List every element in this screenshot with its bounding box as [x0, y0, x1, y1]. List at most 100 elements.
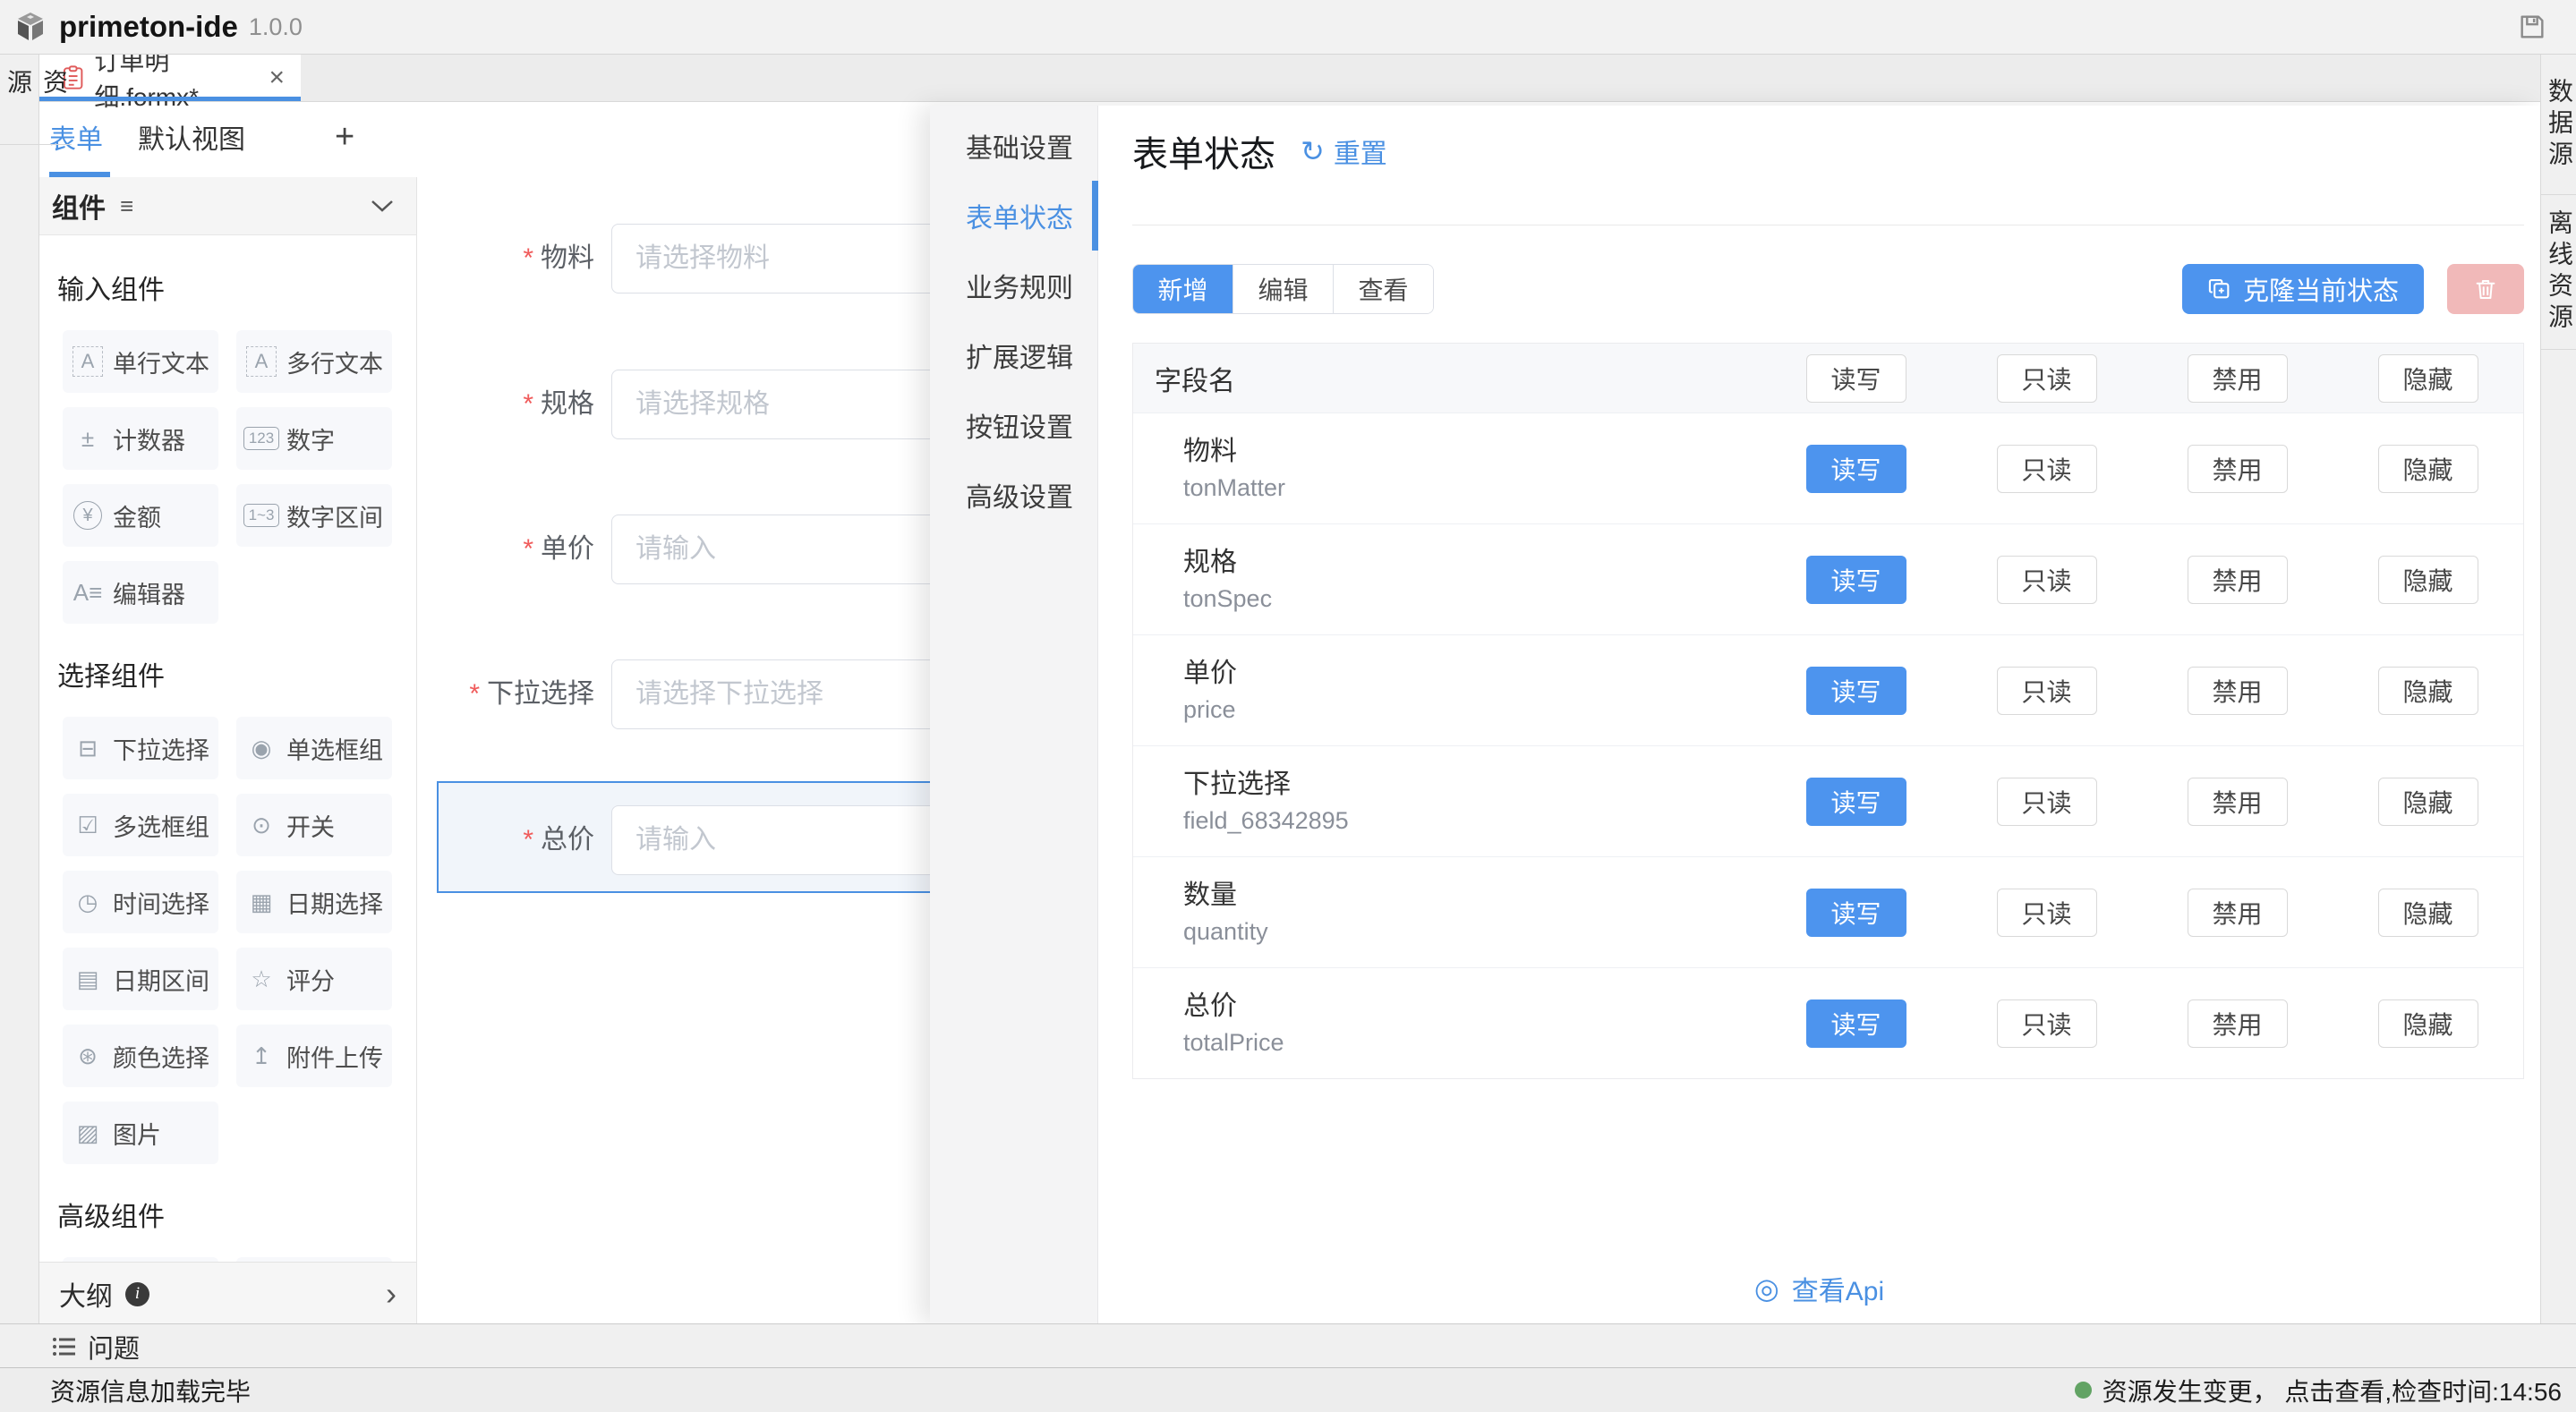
hidden-button[interactable]: 隐藏 [2378, 445, 2478, 493]
field-label-spec: 规格 [541, 389, 594, 419]
menu-item-business-rules[interactable]: 业务规则 [930, 251, 1097, 320]
disabled-button[interactable]: 禁用 [2188, 667, 2288, 715]
add-view-button[interactable]: + [335, 101, 354, 173]
component-item-number-range[interactable]: 1~3数字区间 [236, 484, 392, 547]
disabled-button[interactable]: 禁用 [2188, 556, 2288, 604]
component-list-icon: ≡ [120, 192, 133, 220]
state-actions-row: 新增 编辑 查看 克隆当前状态 [1132, 264, 2524, 314]
close-tab-icon[interactable]: × [269, 63, 285, 93]
rating-icon: ☆ [236, 965, 286, 993]
component-item-rating[interactable]: ☆评分 [236, 948, 392, 1010]
status-bar: 资源信息加载完毕 资源发生变更， 点击查看,检查时间:14:56 [0, 1367, 2576, 1412]
view-api-link[interactable]: ◎ 查看Api [1098, 1269, 2540, 1308]
file-tab-order-detail[interactable]: 订单明细.formx* × [39, 55, 301, 101]
readonly-button[interactable]: 只读 [1997, 778, 2097, 826]
menu-item-form-state[interactable]: 表单状态 [930, 181, 1097, 251]
hidden-button[interactable]: 隐藏 [2378, 889, 2478, 937]
disabled-button[interactable]: 禁用 [2188, 889, 2288, 937]
component-item-single-line-text[interactable]: A单行文本 [63, 330, 218, 393]
component-item-counter[interactable]: ±计数器 [63, 407, 218, 470]
field-code: quantity [1183, 916, 1761, 947]
hidden-button[interactable]: 隐藏 [2378, 999, 2478, 1048]
component-sidebar: 组件 ≡ 输入组件 A单行文本 A多行文本 ±计数器 123数字 ¥金额 1~3… [39, 177, 417, 1324]
hidden-button[interactable]: 隐藏 [2378, 556, 2478, 604]
state-tab-add[interactable]: 新增 [1133, 265, 1233, 313]
date-range-icon: ▤ [63, 965, 113, 993]
component-item-dropdown-select[interactable]: ⊟下拉选择 [63, 717, 218, 779]
switch-icon: ⊙ [236, 812, 286, 839]
header-disabled-button[interactable]: 禁用 [2188, 354, 2288, 403]
table-row: 下拉选择 field_68342895 读写 只读 禁用 隐藏 [1133, 745, 2523, 856]
component-item-amount[interactable]: ¥金额 [63, 484, 218, 547]
readonly-button[interactable]: 只读 [1997, 999, 2097, 1048]
component-item-file-upload[interactable]: ↥附件上传 [236, 1025, 392, 1087]
component-item-image[interactable]: ▨图片 [63, 1102, 218, 1164]
field-label-total-price: 总价 [541, 825, 594, 855]
reset-button[interactable]: ↻ 重置 [1301, 132, 1387, 171]
readonly-button[interactable]: 只读 [1997, 667, 2097, 715]
field-label-material: 物料 [541, 243, 594, 273]
readwrite-button[interactable]: 读写 [1806, 889, 1906, 937]
settings-drawer: 基础设置 表单状态 业务规则 扩展逻辑 按钮设置 高级设置 表单状态 ↻ 重置 … [930, 106, 2540, 1324]
readonly-button[interactable]: 只读 [1997, 889, 2097, 937]
required-mark: * [523, 825, 533, 855]
panel-title: 表单状态 [1132, 125, 1275, 177]
eye-icon: ◎ [1754, 1272, 1779, 1306]
header-hidden-button[interactable]: 隐藏 [2378, 354, 2478, 403]
checkbox-group-icon: ☑ [63, 812, 113, 839]
component-item-time-picker[interactable]: ◷时间选择 [63, 871, 218, 933]
disabled-button[interactable]: 禁用 [2188, 445, 2288, 493]
required-mark: * [469, 679, 480, 709]
problems-bar[interactable]: 问题 [0, 1323, 2576, 1368]
field-label-dropdown: 下拉选择 [487, 679, 594, 709]
delete-state-button[interactable] [2447, 264, 2524, 314]
rail-tab-datasource[interactable]: 数据源 [2541, 55, 2576, 195]
resource-change-notice[interactable]: 资源发生变更， 点击查看,检查时间:14:56 [2075, 1373, 2562, 1408]
copy-icon [2207, 276, 2232, 302]
clone-current-state-button[interactable]: 克隆当前状态 [2182, 264, 2424, 314]
disabled-button[interactable]: 禁用 [2188, 999, 2288, 1048]
state-tab-view[interactable]: 查看 [1333, 265, 1433, 313]
component-item-number[interactable]: 123数字 [236, 407, 392, 470]
menu-item-extension-logic[interactable]: 扩展逻辑 [930, 320, 1097, 390]
component-item-color-picker[interactable]: ⊛颜色选择 [63, 1025, 218, 1087]
readwrite-button[interactable]: 读写 [1806, 445, 1906, 493]
readwrite-button[interactable]: 读写 [1806, 999, 1906, 1048]
chevron-right-icon[interactable]: › [386, 1275, 397, 1313]
component-panel-title: 组件 [52, 186, 106, 225]
field-code: field_68342895 [1183, 805, 1761, 836]
header-readonly-button[interactable]: 只读 [1997, 354, 2097, 403]
readwrite-button[interactable]: 读写 [1806, 667, 1906, 715]
readwrite-button[interactable]: 读写 [1806, 778, 1906, 826]
menu-item-advanced-settings[interactable]: 高级设置 [930, 460, 1097, 530]
menu-item-basic-settings[interactable]: 基础设置 [930, 111, 1097, 181]
readwrite-button[interactable]: 读写 [1806, 556, 1906, 604]
save-icon[interactable] [2517, 12, 2547, 42]
readonly-button[interactable]: 只读 [1997, 556, 2097, 604]
hidden-button[interactable]: 隐藏 [2378, 667, 2478, 715]
chevron-down-icon[interactable] [370, 198, 395, 214]
field-name: 下拉选择 [1183, 768, 1761, 802]
editor-icon: A≡ [63, 579, 113, 607]
state-tab-edit[interactable]: 编辑 [1233, 265, 1333, 313]
hidden-button[interactable]: 隐藏 [2378, 778, 2478, 826]
outline-bar[interactable]: 大纲 i › [39, 1262, 416, 1325]
required-mark: * [523, 534, 533, 564]
menu-item-button-settings[interactable]: 按钮设置 [930, 390, 1097, 460]
rail-tab-offline-resources[interactable]: 离线资源 [2541, 195, 2576, 350]
component-item-editor[interactable]: A≡编辑器 [63, 561, 218, 624]
view-api-label: 查看Api [1792, 1269, 1884, 1308]
multi-line-text-icon: A [236, 346, 286, 377]
section-title-select-components: 选择组件 [57, 654, 416, 693]
component-item-checkbox-group[interactable]: ☑多选框组 [63, 794, 218, 856]
readonly-button[interactable]: 只读 [1997, 445, 2097, 493]
rail-tab-resources[interactable]: 资源 [0, 55, 72, 145]
field-label-unit-price: 单价 [541, 534, 594, 564]
disabled-button[interactable]: 禁用 [2188, 778, 2288, 826]
header-readwrite-button[interactable]: 读写 [1806, 354, 1906, 403]
component-item-multi-line-text[interactable]: A多行文本 [236, 330, 392, 393]
component-item-date-picker[interactable]: ▦日期选择 [236, 871, 392, 933]
component-item-radio-group[interactable]: ◉单选框组 [236, 717, 392, 779]
component-item-switch[interactable]: ⊙开关 [236, 794, 392, 856]
component-item-date-range[interactable]: ▤日期区间 [63, 948, 218, 1010]
